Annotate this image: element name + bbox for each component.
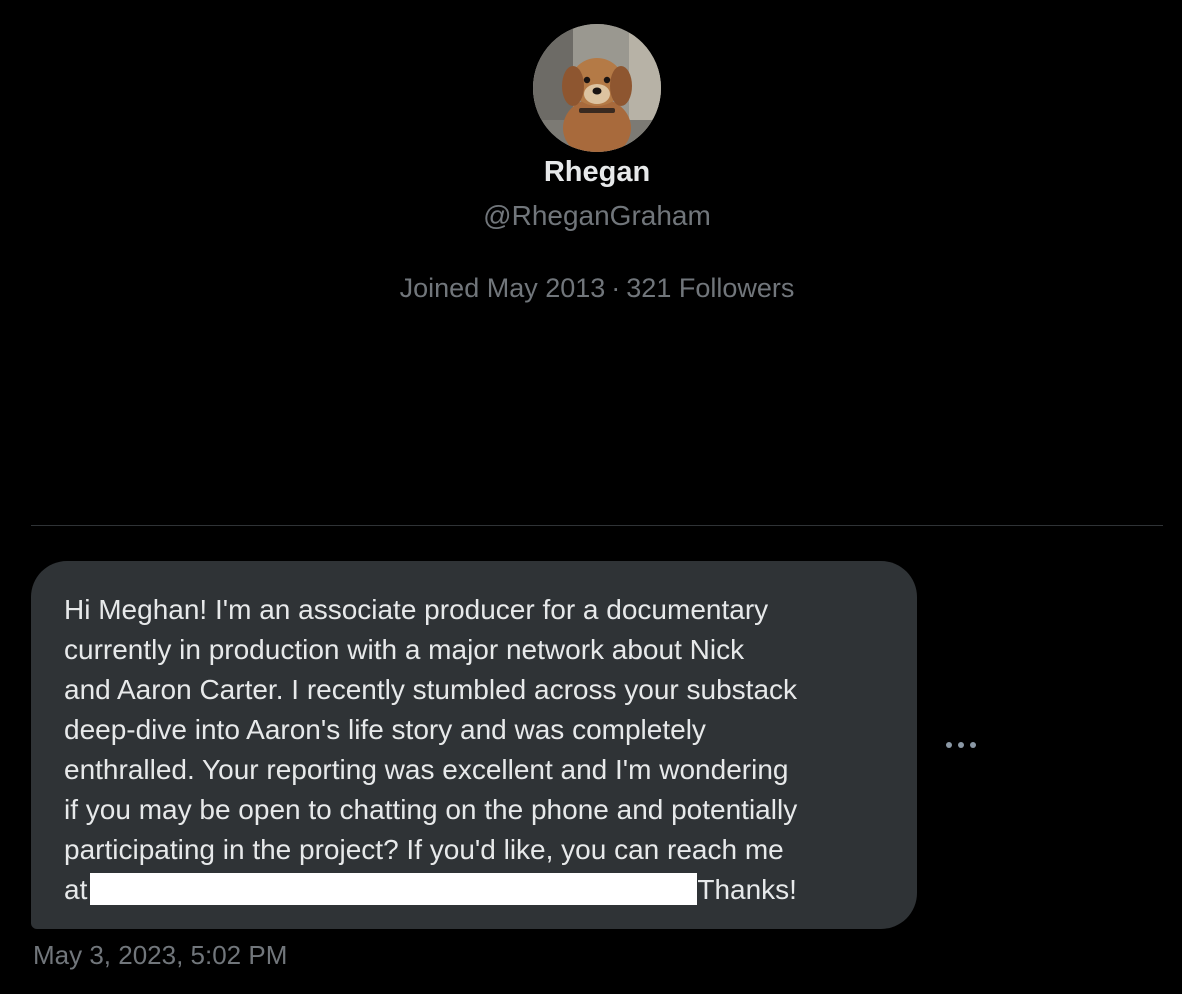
message-line: deep-dive into Aaron's life story and wa… [64, 714, 706, 745]
message-timestamp: May 3, 2023, 5:02 PM [33, 940, 288, 970]
message-line: and Aaron Carter. I recently stumbled ac… [64, 674, 798, 705]
more-dot [970, 742, 976, 748]
message-line: if you may be open to chatting on the ph… [64, 794, 798, 825]
message-line: Hi Meghan! I'm an associate producer for… [64, 594, 769, 625]
redaction-block [90, 873, 698, 905]
message-bubble[interactable]: Hi Meghan! I'm an associate producer for… [31, 561, 917, 929]
followers-count[interactable]: 321 Followers [626, 273, 794, 303]
meta-separator: · [611, 273, 621, 303]
message-line: currently in production with a major net… [64, 634, 745, 665]
profile-meta: Joined May 2013 · 321 Followers [0, 273, 1182, 304]
avatar[interactable] [533, 24, 661, 152]
message-last-line: at Thanks! [64, 870, 897, 910]
display-name[interactable]: Rhegan [0, 156, 1182, 189]
more-dot [958, 742, 964, 748]
user-handle[interactable]: @RheganGraham [0, 200, 1182, 232]
message-line: participating in the project? If you'd l… [64, 834, 784, 865]
divider [31, 525, 1163, 526]
message-line: enthralled. Your reporting was excellent… [64, 754, 789, 785]
more-horizontal-icon[interactable] [944, 735, 978, 755]
dog-avatar-icon [533, 24, 661, 152]
more-dot [946, 742, 952, 748]
message-prefix: at [64, 874, 88, 905]
joined-date: Joined May 2013 [399, 273, 606, 303]
message-suffix: Thanks! [697, 874, 797, 905]
